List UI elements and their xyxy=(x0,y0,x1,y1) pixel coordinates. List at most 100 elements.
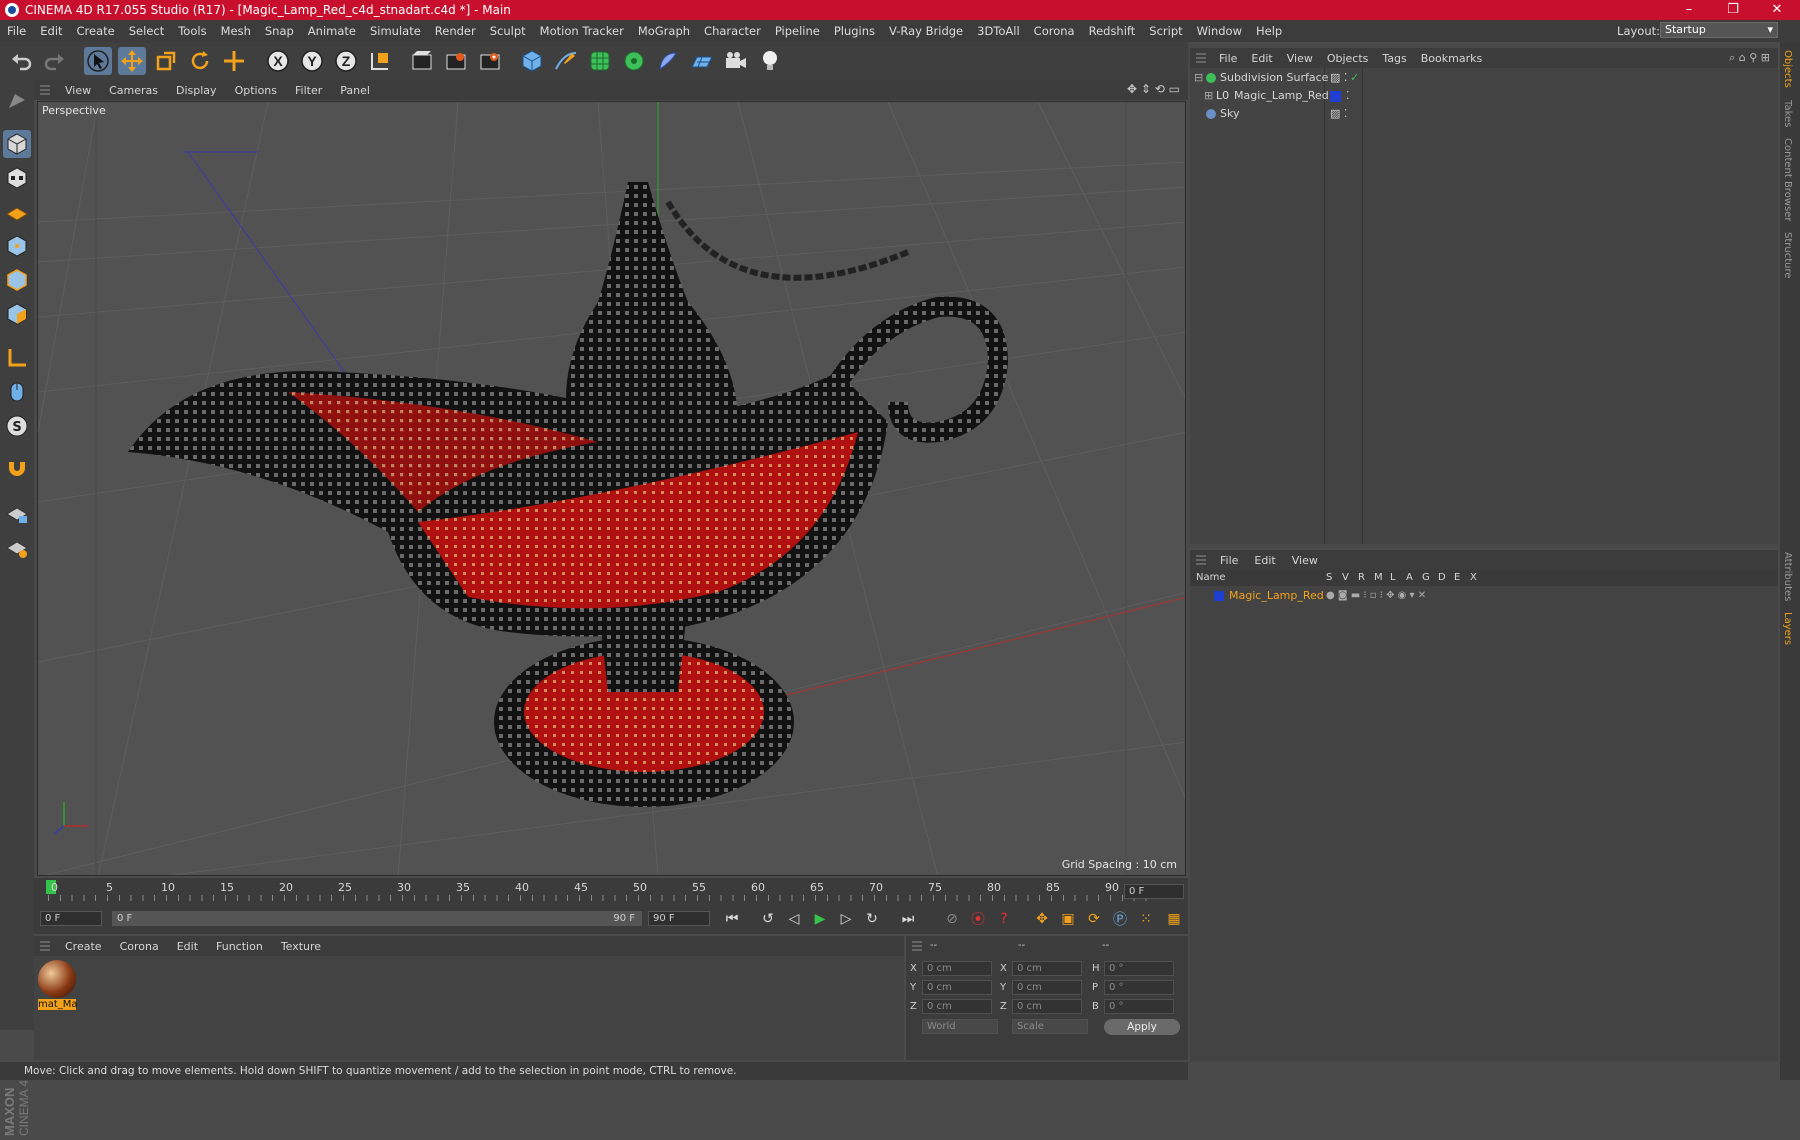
menu-create[interactable]: Create xyxy=(70,24,122,38)
viewport-menu-view[interactable]: View xyxy=(56,84,100,97)
menu-animate[interactable]: Animate xyxy=(301,24,363,38)
pos-z-field[interactable]: 0 cm xyxy=(922,999,992,1014)
deformer-button[interactable] xyxy=(654,47,682,75)
key-pla-button[interactable]: ⁙ xyxy=(1134,908,1158,930)
tab-objects[interactable]: Objects xyxy=(1782,50,1793,88)
enabled-check-icon[interactable]: ✓ xyxy=(1350,69,1359,87)
layout-dropdown[interactable]: Startup ▾ xyxy=(1660,22,1778,38)
size-y-field[interactable]: 0 cm xyxy=(1012,980,1082,995)
key-position-button[interactable]: ✥ xyxy=(1030,908,1054,930)
tab-content-browser[interactable]: Content Browser xyxy=(1782,138,1793,221)
snap-button[interactable]: S xyxy=(3,412,31,440)
texture-mode-button[interactable] xyxy=(3,164,31,192)
current-frame-field[interactable]: 0 F xyxy=(1124,884,1184,899)
menu-mograph[interactable]: MoGraph xyxy=(631,24,697,38)
viewport-menu-cameras[interactable]: Cameras xyxy=(100,84,167,97)
lock-y-button[interactable]: Y xyxy=(298,47,326,75)
next-frame-button[interactable]: ▷ xyxy=(834,908,858,930)
material-menu-function[interactable]: Function xyxy=(207,940,272,953)
expand-icon[interactable]: ⊞ xyxy=(1204,87,1213,105)
maximize-button[interactable]: ❐ xyxy=(1710,0,1756,20)
collapse-icon[interactable]: ⊟ xyxy=(1194,69,1203,87)
viewport-nav-icons[interactable]: ✥ ⇕ ⟲ ▭ xyxy=(1127,82,1180,96)
pen-spline-button[interactable] xyxy=(552,47,580,75)
rot-b-field[interactable]: 0 ° xyxy=(1104,999,1174,1014)
cloner-button[interactable] xyxy=(620,47,648,75)
layer-toggles[interactable]: ● ◙ ▬ ⁝ ▫ ⁝ ✥ ◉ ▾ ✕ xyxy=(1326,587,1426,605)
object-menu-edit[interactable]: Edit xyxy=(1244,52,1279,65)
coordinate-system-button[interactable] xyxy=(366,47,394,75)
menu-script[interactable]: Script xyxy=(1142,24,1189,38)
frame-range-slider[interactable]: 0 F 90 F xyxy=(112,911,642,926)
viewport-menu-filter[interactable]: Filter xyxy=(286,84,331,97)
material-item[interactable]: mat_Ma xyxy=(38,960,78,1012)
viewport-camera-label[interactable]: Perspective xyxy=(42,104,106,117)
lock-z-button[interactable]: Z xyxy=(332,47,360,75)
3d-viewport[interactable]: Perspective Grid Spacing : 10 cm xyxy=(37,101,1186,876)
object-menu-tags[interactable]: Tags xyxy=(1375,52,1413,65)
points-mode-button[interactable] xyxy=(3,232,31,260)
object-row-sky[interactable]: Sky ▨ ⁚ xyxy=(1190,105,1778,123)
minimize-button[interactable]: – xyxy=(1666,0,1712,20)
render-settings-button[interactable] xyxy=(476,47,504,75)
rotate-tool-button[interactable] xyxy=(186,47,214,75)
light-button[interactable] xyxy=(756,47,784,75)
magnet-button[interactable] xyxy=(3,456,31,484)
end-frame-field[interactable]: 90 F xyxy=(648,911,710,926)
object-manager-tools-icons[interactable]: ⌕ ⌂ ⚲ ⊞ xyxy=(1729,51,1770,65)
workplane-lock-button[interactable] xyxy=(3,500,31,528)
menu-pipeline[interactable]: Pipeline xyxy=(768,24,827,38)
workplane-button[interactable] xyxy=(3,198,31,226)
menu-vray-bridge[interactable]: V-Ray Bridge xyxy=(882,24,970,38)
rot-h-field[interactable]: 0 ° xyxy=(1104,961,1174,976)
lock-x-button[interactable]: X xyxy=(264,47,292,75)
play-button[interactable]: ▶ xyxy=(808,908,832,930)
size-x-field[interactable]: 0 cm xyxy=(1012,961,1082,976)
layer-menu-view[interactable]: View xyxy=(1284,554,1326,567)
timeline-ruler[interactable]: 0 5 10 15 20 25 30 35 40 45 50 55 60 65 … xyxy=(34,878,1188,904)
record-keys-button[interactable]: ⊘ xyxy=(940,908,964,930)
layer-menu-edit[interactable]: Edit xyxy=(1246,554,1283,567)
material-menu-create[interactable]: Create xyxy=(56,940,111,953)
viewport-menu-options[interactable]: Options xyxy=(226,84,286,97)
previous-key-button[interactable]: ↺ xyxy=(756,908,780,930)
menu-plugins[interactable]: Plugins xyxy=(827,24,882,38)
workplane-snap-button[interactable] xyxy=(3,534,31,562)
menu-character[interactable]: Character xyxy=(697,24,768,38)
object-row-magic-lamp-red[interactable]: ⊞ L0 Magic_Lamp_Red ⁚ xyxy=(1190,87,1778,105)
layer-color-swatch[interactable] xyxy=(1330,91,1341,102)
key-parameter-button[interactable]: Ⓟ xyxy=(1108,908,1132,930)
layer-name[interactable]: Magic_Lamp_Red xyxy=(1229,587,1324,605)
tweak-mode-button[interactable] xyxy=(3,378,31,406)
keyframe-selection-button[interactable]: ? xyxy=(992,908,1016,930)
menu-sculpt[interactable]: Sculpt xyxy=(483,24,533,38)
polygons-mode-button[interactable] xyxy=(3,300,31,328)
pos-y-field[interactable]: 0 cm xyxy=(922,980,992,995)
menu-redshift[interactable]: Redshift xyxy=(1082,24,1143,38)
subdivision-button[interactable] xyxy=(586,47,614,75)
object-menu-view[interactable]: View xyxy=(1280,52,1320,65)
rot-p-field[interactable]: 0 ° xyxy=(1104,980,1174,995)
go-to-start-button[interactable]: ⏮ xyxy=(720,908,744,930)
pos-x-field[interactable]: 0 cm xyxy=(922,961,992,976)
tab-layers[interactable]: Layers xyxy=(1782,612,1793,645)
material-menu-texture[interactable]: Texture xyxy=(272,940,330,953)
transform-tool-button[interactable] xyxy=(220,47,248,75)
scale-tool-button[interactable] xyxy=(152,47,180,75)
edges-mode-button[interactable] xyxy=(3,266,31,294)
previous-frame-button[interactable]: ◁ xyxy=(782,908,806,930)
menu-snap[interactable]: Snap xyxy=(258,24,301,38)
camera-button[interactable] xyxy=(722,47,750,75)
size-z-field[interactable]: 0 cm xyxy=(1012,999,1082,1014)
menu-window[interactable]: Window xyxy=(1190,24,1249,38)
material-menu-corona[interactable]: Corona xyxy=(111,940,168,953)
tab-attributes[interactable]: Attributes xyxy=(1782,552,1793,601)
menu-file[interactable]: File xyxy=(0,24,33,38)
start-frame-field[interactable]: 0 F xyxy=(40,911,102,926)
axis-mode-button[interactable] xyxy=(3,344,31,372)
object-menu-bookmarks[interactable]: Bookmarks xyxy=(1414,52,1489,65)
menu-select[interactable]: Select xyxy=(122,24,171,38)
layer-row[interactable]: Magic_Lamp_Red ● ◙ ▬ ⁝ ▫ ⁝ ✥ ◉ ▾ ✕ xyxy=(1190,587,1778,605)
key-rotation-button[interactable]: ⟳ xyxy=(1082,908,1106,930)
tab-structure[interactable]: Structure xyxy=(1782,232,1793,279)
